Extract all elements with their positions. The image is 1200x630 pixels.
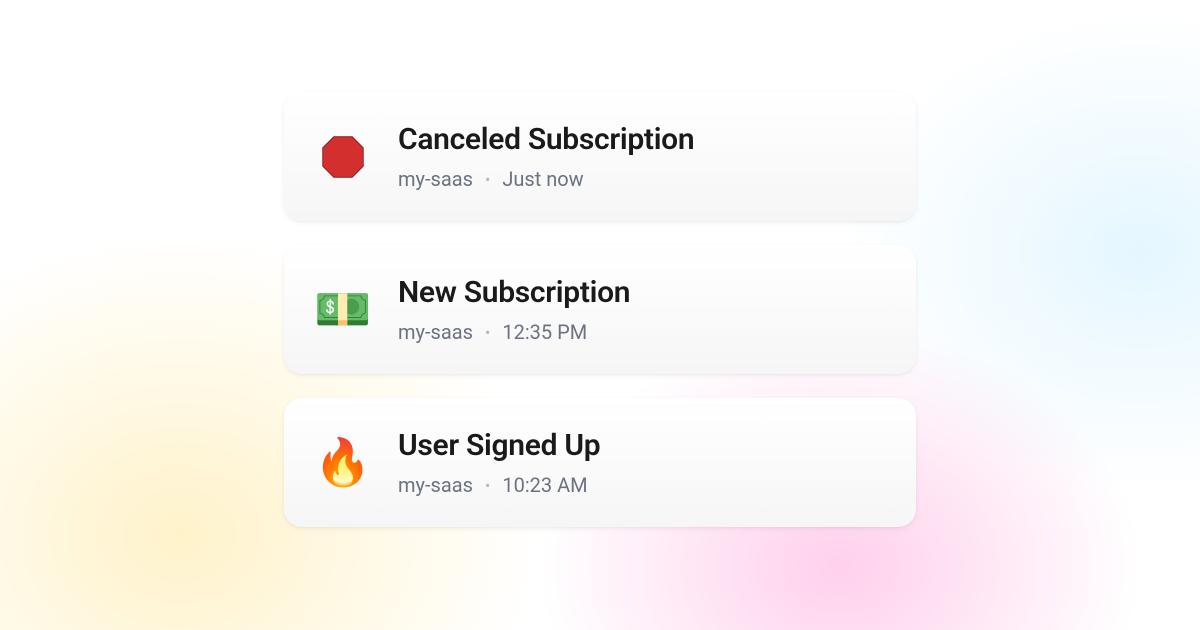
money-icon: 💵 [314,281,372,339]
notification-card[interactable]: 🔥 User Signed Up my-saas • 10:23 AM [284,398,916,527]
notification-time: 12:35 PM [502,320,587,344]
notification-body: User Signed Up my-saas • 10:23 AM [398,428,600,497]
notification-title: New Subscription [398,275,630,310]
notification-body: New Subscription my-saas • 12:35 PM [398,275,630,344]
notification-card[interactable]: Canceled Subscription my-saas • Just now [284,92,916,221]
stop-sign-icon [314,128,372,186]
fire-icon: 🔥 [314,434,372,492]
meta-separator: • [485,170,490,189]
notification-project: my-saas [398,473,473,497]
notification-title: User Signed Up [398,428,600,463]
notification-meta: my-saas • 10:23 AM [398,473,600,497]
notification-title: Canceled Subscription [398,122,694,157]
notification-time: 10:23 AM [502,473,587,497]
notification-card[interactable]: 💵 New Subscription my-saas • 12:35 PM [284,245,916,374]
notification-meta: my-saas • Just now [398,167,694,191]
notification-project: my-saas [398,320,473,344]
notification-time: Just now [502,167,583,191]
notification-project: my-saas [398,167,473,191]
meta-separator: • [485,476,490,495]
notification-list: Canceled Subscription my-saas • Just now… [284,92,916,527]
notification-body: Canceled Subscription my-saas • Just now [398,122,694,191]
notification-meta: my-saas • 12:35 PM [398,320,630,344]
meta-separator: • [485,323,490,342]
